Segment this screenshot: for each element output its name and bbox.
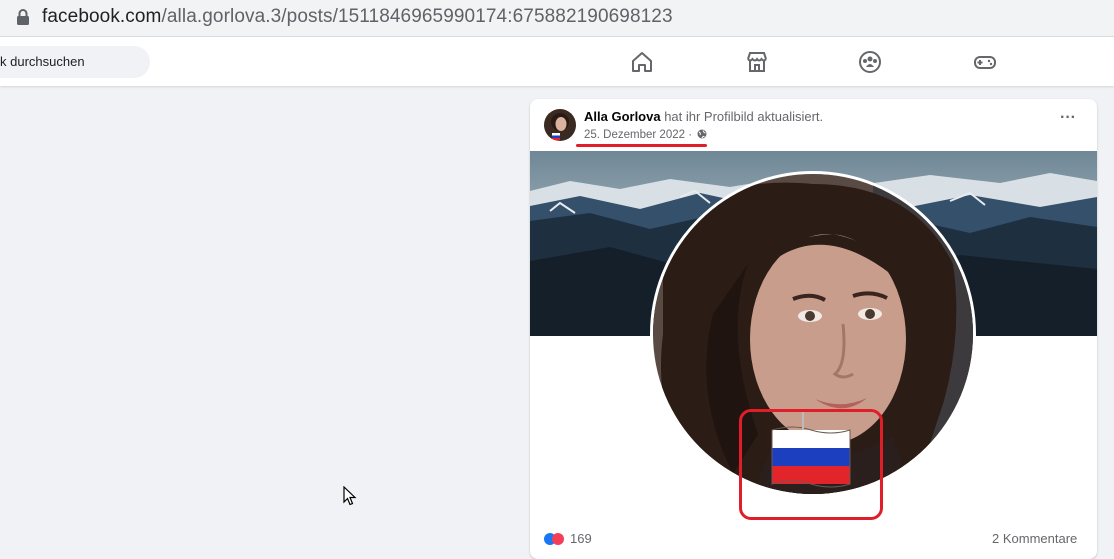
globe-icon xyxy=(697,129,707,139)
browser-address-bar[interactable]: facebook.com/alla.gorlova.3/posts/151184… xyxy=(0,0,1114,37)
url-path: /alla.gorlova.3/posts/1511846965990174:6… xyxy=(161,6,673,27)
post-header-text: Alla Gorlova hat ihr Profilbild aktualis… xyxy=(584,109,823,124)
date-separator: · xyxy=(685,129,696,141)
facebook-top-nav: k durchsuchen xyxy=(0,37,1114,86)
url-text[interactable]: facebook.com/alla.gorlova.3/posts/151184… xyxy=(42,6,673,28)
lock-icon xyxy=(17,9,29,25)
author-avatar[interactable] xyxy=(544,109,576,141)
gaming-icon[interactable] xyxy=(973,50,997,74)
post-card: Alla Gorlova hat ihr Profilbild aktualis… xyxy=(530,99,1097,559)
marketplace-icon[interactable] xyxy=(745,50,769,74)
annotation-underline xyxy=(576,144,707,147)
love-reaction-icon xyxy=(552,533,564,545)
post-date[interactable]: 25. Dezember 2022 xyxy=(584,129,685,141)
search-placeholder: k durchsuchen xyxy=(0,54,85,69)
home-icon[interactable] xyxy=(630,50,654,74)
author-name[interactable]: Alla Gorlova xyxy=(584,109,661,124)
groups-icon[interactable] xyxy=(858,50,882,74)
profile-photo-image[interactable] xyxy=(530,151,1097,523)
annotation-flag-box xyxy=(739,409,883,520)
post-action-text: hat ihr Profilbild aktualisiert. xyxy=(660,109,824,124)
search-field[interactable]: k durchsuchen xyxy=(0,46,150,78)
url-domain: facebook.com xyxy=(42,6,162,27)
post-meta: 25. Dezember 2022 · xyxy=(584,129,707,141)
more-options-button[interactable]: ··· xyxy=(1056,110,1080,129)
mouse-cursor-icon xyxy=(343,486,357,506)
